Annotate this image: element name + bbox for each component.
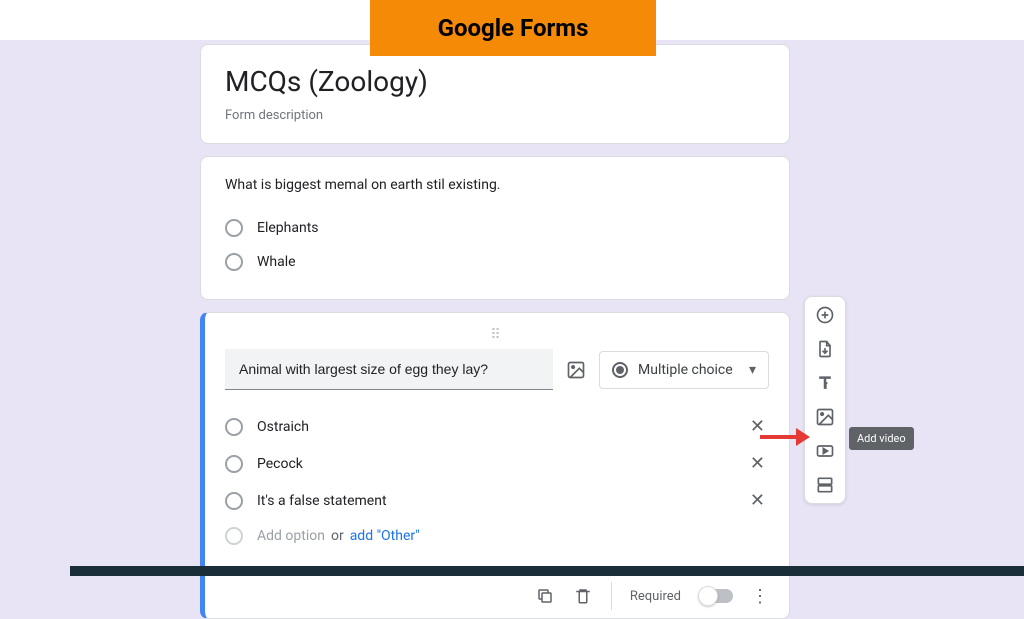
option-label: Whale [257,254,765,270]
form-title[interactable]: MCQs (Zoology) [225,65,765,98]
form-header-card[interactable]: MCQs (Zoology) Form description [200,44,790,144]
add-video-icon[interactable] [811,439,839,463]
tooltip: Add video [849,427,914,450]
banner-text: Google Forms [438,14,589,42]
question-footer: Required ⋮ [225,571,769,610]
delete-icon[interactable] [573,586,593,606]
radio-icon[interactable] [225,219,243,237]
add-option-row: Add option or add "Other" [225,519,769,553]
question-text: What is biggest memal on earth stil exis… [225,177,765,193]
page-banner: Google Forms [370,0,656,56]
add-title-icon[interactable] [811,371,839,395]
option-row[interactable]: Pecock ✕ [225,445,769,482]
question-card-1[interactable]: What is biggest memal on earth stil exis… [200,156,790,300]
chevron-down-icon: ▾ [749,362,756,378]
form-container: MCQs (Zoology) Form description What is … [200,44,790,619]
or-label: or [331,528,344,544]
add-image-icon[interactable] [811,405,839,429]
radio-icon [225,492,243,510]
required-label: Required [630,589,681,604]
type-label: Multiple choice [638,362,733,378]
radio-icon[interactable] [225,253,243,271]
question-input[interactable] [225,349,553,390]
question-type-select[interactable]: Multiple choice ▾ [599,351,769,389]
question-header-row: Multiple choice ▾ [225,349,769,390]
option-label[interactable]: Pecock [257,456,746,472]
import-questions-icon[interactable] [811,337,839,361]
option-row[interactable]: Elephants [225,211,765,245]
annotation-arrow [760,428,810,446]
add-option-label[interactable]: Add option [257,528,325,544]
divider [611,582,612,610]
remove-option-icon[interactable]: ✕ [746,453,769,474]
radio-filled-icon [612,362,628,378]
radio-icon [225,527,243,545]
add-question-icon[interactable] [811,303,839,327]
required-toggle[interactable] [699,589,733,603]
option-label[interactable]: Ostraich [257,419,746,435]
add-other-link[interactable]: add "Other" [350,528,420,544]
add-section-icon[interactable] [811,473,839,497]
more-options-icon[interactable]: ⋮ [751,586,769,607]
option-label: Elephants [257,220,765,236]
remove-option-icon[interactable]: ✕ [746,490,769,511]
bottom-bar [70,566,1024,576]
add-image-icon[interactable] [565,359,587,381]
option-row[interactable]: Whale [225,245,765,279]
option-label[interactable]: It's a false statement [257,493,746,509]
duplicate-icon[interactable] [535,586,555,606]
option-row[interactable]: It's a false statement ✕ [225,482,769,519]
drag-handle-icon[interactable]: ⠿ [225,327,769,343]
side-toolbar [804,296,846,504]
form-description[interactable]: Form description [225,108,765,123]
option-row[interactable]: Ostraich ✕ [225,408,769,445]
radio-icon [225,455,243,473]
radio-icon [225,418,243,436]
tooltip-text: Add video [857,432,906,445]
